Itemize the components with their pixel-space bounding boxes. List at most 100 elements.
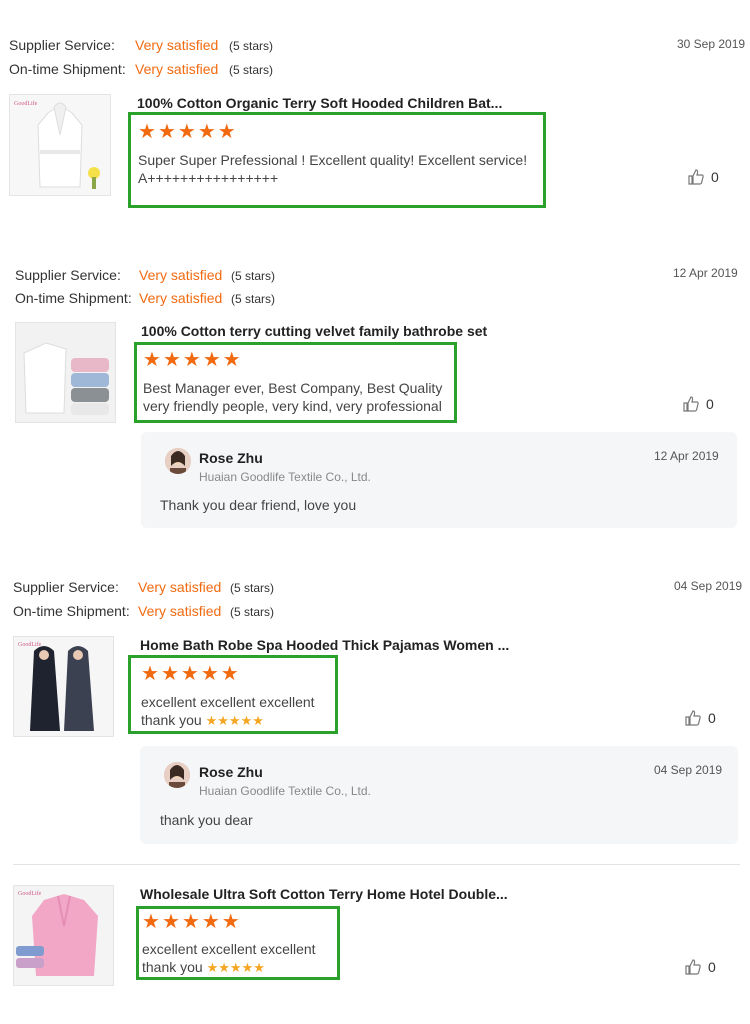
like-button[interactable]: 0 (682, 395, 714, 413)
product-thumbnail[interactable]: GoodLife (13, 885, 114, 986)
star-icon: ★ (253, 960, 265, 975)
review-comment: excellent excellent excellent thank you … (141, 694, 315, 728)
ontime-shipment-label: On-time Shipment: (9, 61, 126, 77)
like-count: 0 (706, 396, 714, 412)
rating-stars: ★ ★ ★ ★ ★ (143, 350, 241, 370)
supplier-service-value: Very satisfied (135, 37, 219, 53)
supplier-service-value: Very satisfied (139, 267, 223, 283)
like-count: 0 (708, 959, 716, 975)
reply-text: thank you dear (160, 812, 253, 828)
review-date: 12 Apr 2019 (673, 266, 738, 280)
person-avatar-image (165, 448, 191, 474)
star-icon: ★ (202, 349, 221, 371)
reply-company: Huaian Goodlife Textile Co., Ltd. (199, 784, 371, 798)
star-icon: ★ (217, 713, 229, 728)
star-icon: ★ (197, 121, 216, 143)
like-button[interactable]: 0 (687, 168, 719, 186)
emoji-stars: ★★★★★ (207, 959, 265, 975)
reply-date: 04 Sep 2019 (654, 763, 723, 777)
like-button[interactable]: 0 (684, 958, 716, 976)
star-icon: ★ (201, 911, 220, 933)
reply-date: 12 Apr 2019 (654, 449, 719, 463)
star-icon: ★ (220, 663, 239, 685)
supplier-service-label: Supplier Service: (13, 579, 119, 595)
product-thumbnail[interactable]: GoodLife (13, 636, 114, 737)
like-count: 0 (708, 710, 716, 726)
divider (13, 864, 740, 865)
rating-stars: ★ ★ ★ ★ ★ (142, 912, 240, 932)
bathrobe-image: GoodLife (10, 95, 110, 195)
review-highlight: ★ ★ ★ ★ ★ Best Manager ever, Best Company, B… (134, 342, 457, 423)
star-icon: ★ (161, 911, 180, 933)
product-title[interactable]: Home Bath Robe Spa Hooded Thick Pajamas … (140, 637, 509, 653)
emoji-stars: ★★★★★ (206, 712, 264, 728)
star-icon: ★ (162, 349, 181, 371)
review-highlight: ★ ★ ★ ★ ★ excellent excellent excellent than… (136, 906, 340, 980)
star-icon: ★ (138, 121, 156, 143)
review-date: 04 Sep 2019 (674, 579, 743, 593)
star-icon: ★ (180, 663, 199, 685)
star-icon: ★ (182, 349, 201, 371)
star-icon: ★ (252, 713, 264, 728)
star-icon: ★ (241, 960, 254, 975)
star-icon: ★ (142, 911, 160, 933)
supplier-reply: Rose Zhu Huaian Goodlife Textile Co., Lt… (141, 432, 737, 528)
pink-bathrobe-image: GoodLife (14, 886, 113, 985)
ontime-shipment-label: On-time Shipment: (15, 290, 132, 306)
reply-author: Rose Zhu (199, 764, 263, 780)
supplier-service-stars: (5 stars) (229, 39, 274, 53)
reply-company: Huaian Goodlife Textile Co., Ltd. (199, 470, 371, 484)
product-thumbnail[interactable] (15, 322, 116, 423)
hooded-robe-image: GoodLife (14, 637, 113, 736)
star-icon: ★ (181, 911, 200, 933)
review-date: 30 Sep 2019 (677, 37, 746, 51)
product-thumbnail[interactable]: GoodLife (9, 94, 111, 196)
ontime-shipment-label: On-time Shipment: (13, 603, 130, 619)
supplier-service-value: Very satisfied (138, 579, 222, 595)
star-icon: ★ (218, 960, 230, 975)
svg-text:GoodLife: GoodLife (14, 100, 38, 107)
ontime-shipment-stars: (5 stars) (230, 605, 275, 619)
thumbs-up-icon (683, 396, 699, 412)
star-icon: ★ (222, 349, 241, 371)
avatar (164, 762, 190, 788)
star-icon: ★ (200, 663, 219, 685)
supplier-service-label: Supplier Service: (9, 37, 115, 53)
review-highlight: ★ ★ ★ ★ ★ Super Super Prefessional ! Excelle… (128, 112, 546, 208)
person-avatar-image (164, 762, 190, 788)
star-icon: ★ (206, 960, 219, 975)
star-icon: ★ (217, 121, 236, 143)
rating-stars: ★ ★ ★ ★ ★ (138, 122, 236, 142)
bathrobe-set-image (16, 323, 115, 422)
ontime-shipment-value: Very satisfied (139, 290, 223, 306)
review-comment: excellent excellent excellent thank you … (142, 941, 316, 975)
supplier-service-stars: (5 stars) (231, 269, 276, 283)
product-title[interactable]: Wholesale Ultra Soft Cotton Terry Home H… (140, 886, 508, 902)
ontime-shipment-stars: (5 stars) (231, 292, 276, 306)
product-title[interactable]: 100% Cotton Organic Terry Soft Hooded Ch… (137, 95, 502, 111)
ontime-shipment-value: Very satisfied (138, 603, 222, 619)
star-icon: ★ (143, 349, 161, 371)
svg-text:GoodLife: GoodLife (18, 890, 42, 897)
ontime-shipment-stars: (5 stars) (229, 63, 274, 77)
ontime-shipment-value: Very satisfied (135, 61, 219, 77)
thumbs-up-icon (685, 959, 701, 975)
star-icon: ★ (157, 121, 176, 143)
review-comment: Best Manager ever, Best Company, Best Qu… (143, 380, 443, 414)
review-highlight: ★ ★ ★ ★ ★ excellent excellent excellent than… (128, 655, 338, 734)
review-comment: Super Super Prefessional ! Excellent qua… (138, 152, 528, 186)
star-icon: ★ (229, 960, 242, 975)
star-icon: ★ (240, 713, 253, 728)
star-icon: ★ (221, 911, 240, 933)
reply-text: Thank you dear friend, love you (160, 497, 357, 513)
thumbs-up-icon (688, 169, 704, 185)
star-icon: ★ (141, 663, 159, 685)
reply-author: Rose Zhu (199, 450, 263, 466)
rating-stars: ★ ★ ★ ★ ★ (141, 664, 239, 684)
product-title[interactable]: 100% Cotton terry cutting velvet family … (141, 323, 487, 339)
supplier-service-label: Supplier Service: (15, 267, 121, 283)
supplier-reply: Rose Zhu Huaian Goodlife Textile Co., Lt… (140, 746, 738, 844)
star-icon: ★ (228, 713, 241, 728)
thumbs-up-icon (685, 710, 701, 726)
like-button[interactable]: 0 (684, 709, 716, 727)
